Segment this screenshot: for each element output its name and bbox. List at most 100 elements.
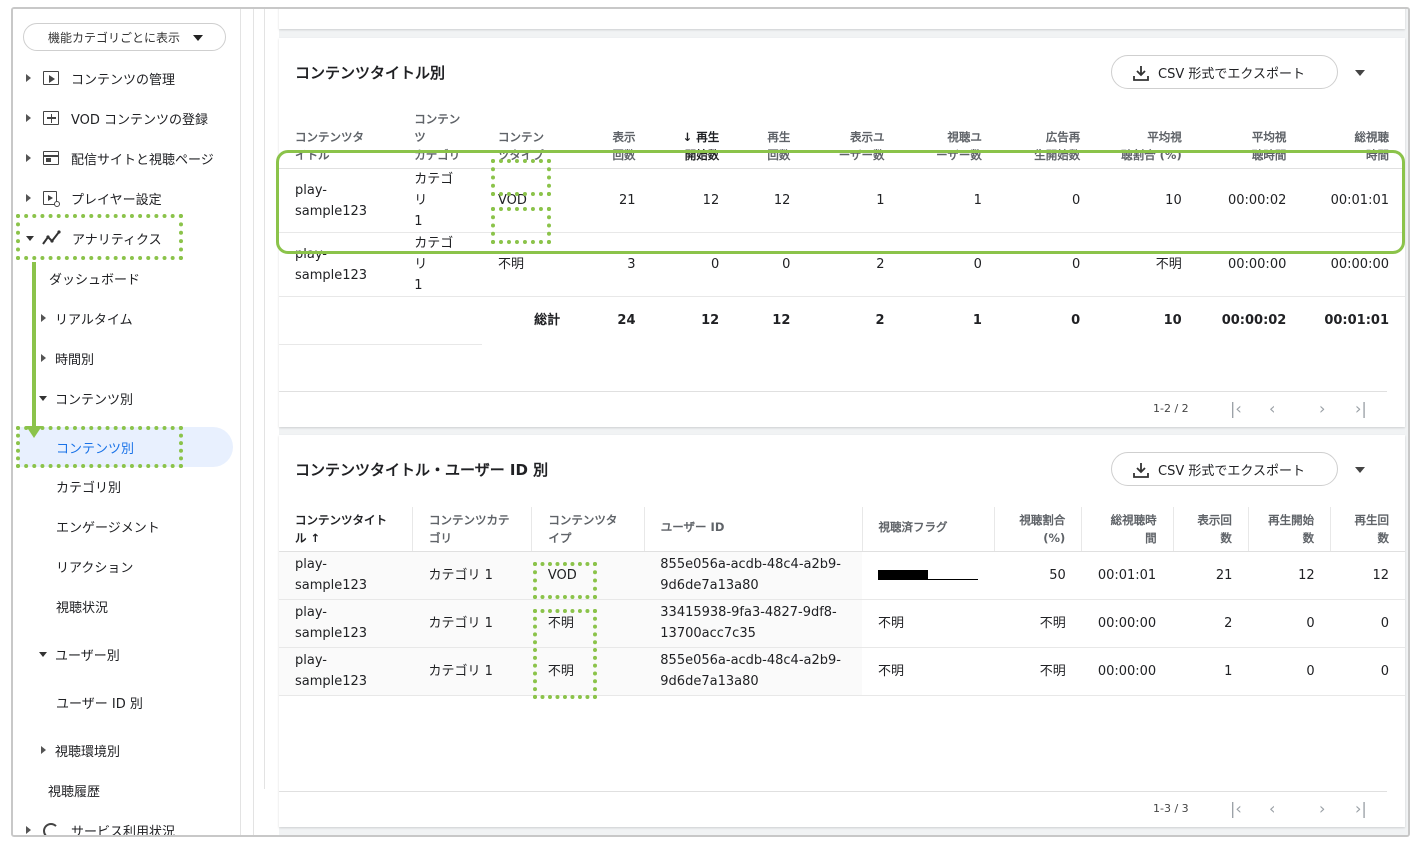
download-icon xyxy=(1133,463,1149,478)
chevron-right-icon xyxy=(41,354,46,362)
sidebar-item-label: エンゲージメント xyxy=(56,520,160,536)
sidebar-item-by-content-group[interactable]: コンテンツ別 xyxy=(39,386,133,410)
sidebar-item-service-usage[interactable]: サービス利用状況 xyxy=(26,818,176,837)
value-cell: 0 xyxy=(1330,647,1405,696)
sidebar-item-label: 視聴環境別 xyxy=(55,744,121,760)
csv-export-label: CSV 形式でエクスポート xyxy=(1158,66,1305,82)
column-header[interactable]: コンテンツタイプ xyxy=(531,507,645,552)
column-header-line: 平均視 xyxy=(1147,130,1182,144)
sidebar-item-player-settings[interactable]: プレイヤー設定 xyxy=(26,186,162,210)
sidebar-item-label: 配信サイトと視聴ページ xyxy=(71,152,214,168)
rows-highlight xyxy=(276,150,1405,254)
web-page-icon xyxy=(41,149,61,167)
next-page-icon[interactable]: › xyxy=(1319,799,1325,818)
sidebar-item-by-user[interactable]: ユーザー別 xyxy=(39,642,120,666)
column-header-line: 数 xyxy=(1220,530,1232,545)
watched-flag-cell: 不明 xyxy=(862,599,995,648)
column-header-line: 表示ユ xyxy=(850,130,885,144)
total-value: 12 xyxy=(772,313,791,329)
sidebar-item-by-user-id[interactable]: ユーザー ID 別 xyxy=(56,690,143,714)
service-usage-icon xyxy=(41,821,61,835)
sidebar-item-content-management[interactable]: コンテンツの管理 xyxy=(26,66,175,90)
column-header-line: 視聴済フラグ xyxy=(878,519,948,534)
prev-page-icon[interactable]: ‹ xyxy=(1269,399,1275,418)
sidebar-item-label: リアクション xyxy=(56,560,134,576)
last-page-icon[interactable]: ›| xyxy=(1355,799,1367,818)
sidebar-item-delivery-site[interactable]: 配信サイトと視聴ページ xyxy=(26,146,214,170)
sidebar-item-label: サービス利用状況 xyxy=(71,824,176,837)
table-row[interactable]: play-sample123 カテゴリ 1 不明 33415938-9fa3-4827… xyxy=(279,599,1405,648)
sidebar-item-by-time[interactable]: 時間別 xyxy=(41,346,94,370)
chevron-right-icon xyxy=(41,314,46,322)
card-title: コンテンツタイトル別 xyxy=(295,64,446,82)
category-cell: カテゴリ 1 xyxy=(412,599,532,648)
column-header[interactable]: 再生開始数 xyxy=(1247,507,1331,552)
csv-export-button[interactable]: CSV 形式でエクスポート xyxy=(1111,452,1338,486)
export-menu-chevron-icon[interactable] xyxy=(1355,70,1365,76)
chevron-right-icon xyxy=(26,826,31,834)
vod-type-highlight xyxy=(533,562,597,599)
last-page-icon[interactable]: ›| xyxy=(1355,399,1367,418)
pager-range: 1-2 / 2 xyxy=(1153,402,1189,415)
value-cell: 00:00:00 xyxy=(1081,599,1174,648)
column-header[interactable]: 視聴済フラグ xyxy=(861,507,995,552)
value-cell: 12 xyxy=(1330,551,1405,600)
watched-flag-cell xyxy=(862,551,995,600)
category-select[interactable]: 機能カテゴリごとに表示 xyxy=(23,23,226,51)
cell-text: 855e056a-acdb-48c4-a2b9- xyxy=(660,653,841,668)
first-page-icon[interactable]: |‹ xyxy=(1230,399,1242,418)
sidebar-item-vod-register[interactable]: VOD コンテンツの登録 xyxy=(26,106,208,130)
column-header[interactable]: 再生回数 xyxy=(1330,507,1405,552)
sidebar-item-viewing-status[interactable]: 視聴状況 xyxy=(56,594,108,618)
column-header[interactable]: 表示回数 xyxy=(1172,507,1249,552)
value-cell: 00:00:00 xyxy=(1081,647,1174,696)
chevron-right-icon xyxy=(26,74,31,82)
sidebar-item-by-category[interactable]: カテゴリ別 xyxy=(56,474,121,498)
column-header-line: ル ↑ xyxy=(295,530,321,545)
sidebar-item-history[interactable]: 視聴履歴 xyxy=(48,778,100,802)
column-header[interactable]: コンテンツカテゴリ xyxy=(411,507,532,552)
empty-cell xyxy=(279,296,399,345)
prev-page-icon[interactable]: ‹ xyxy=(1269,799,1275,818)
column-header[interactable]: コンテンツタイトル ↑ xyxy=(279,507,413,552)
sidebar-item-label: コンテンツ別 xyxy=(55,392,134,408)
value-cell: 21 xyxy=(1173,551,1249,600)
value-cell: 1 xyxy=(1173,647,1249,696)
sidebar-item-by-environment[interactable]: 視聴環境別 xyxy=(41,738,120,762)
watched-flag-cell: 不明 xyxy=(862,647,995,696)
column-header[interactable]: 視聴割合 (%) xyxy=(994,507,1082,552)
content-title-card: コンテンツタイトル別 CSV 形式でエクスポート コンテンツタ イトル コンテンツカ… xyxy=(276,38,1405,427)
sidebar: 機能カテゴリごとに表示 コンテンツの管理 VOD コンテンツの登録 配信サイトと… xyxy=(13,9,241,837)
total-value: 00:01:01 xyxy=(1324,313,1389,329)
chevron-down-icon xyxy=(39,651,47,657)
export-menu-chevron-icon[interactable] xyxy=(1355,467,1365,473)
sidebar-item-label: ユーザー ID 別 xyxy=(56,696,143,712)
column-header[interactable]: ユーザー ID xyxy=(643,507,863,552)
column-header-line: ゴリ xyxy=(428,530,452,545)
column-header-line: コンテンツタ xyxy=(295,130,364,144)
sidebar-item-label: VOD コンテンツの登録 xyxy=(71,112,209,128)
cell-text: 9d6de7a13a80 xyxy=(660,674,759,689)
sidebar-item-dashboard[interactable]: ダッシュボード xyxy=(49,266,140,290)
first-page-icon[interactable]: |‹ xyxy=(1230,799,1242,818)
sidebar-item-realtime[interactable]: リアルタイム xyxy=(41,306,133,330)
table-row[interactable]: play-sample123 カテゴリ 1 不明 855e056a-acdb-48c4… xyxy=(279,647,1405,696)
csv-export-button[interactable]: CSV 形式でエクスポート xyxy=(1111,55,1338,89)
watch-progress-track xyxy=(878,579,979,580)
download-icon xyxy=(1133,66,1149,81)
card-title: コンテンツタイトル・ユーザー ID 別 xyxy=(295,461,549,479)
cell-text: 33415938-9fa3-4827-9df8- xyxy=(660,605,837,620)
total-value: 12 xyxy=(701,313,720,329)
column-header[interactable]: 総視聴時間 xyxy=(1081,507,1174,552)
chevron-right-icon xyxy=(26,194,31,202)
total-value: 2 xyxy=(875,313,885,329)
column-header-line: コンテン xyxy=(498,130,544,144)
sidebar-item-label: ダッシュボード xyxy=(49,272,141,288)
sidebar-item-engagement[interactable]: エンゲージメント xyxy=(56,514,160,538)
next-page-icon[interactable]: › xyxy=(1319,399,1325,418)
previous-card xyxy=(279,9,1405,29)
pager-divider xyxy=(279,391,1387,392)
sidebar-item-reaction[interactable]: リアクション xyxy=(56,554,133,578)
table-row[interactable]: play-sample123 カテゴリ 1 VOD 855e056a-acdb-48c… xyxy=(279,551,1405,600)
watch-progress-bar xyxy=(878,570,979,580)
